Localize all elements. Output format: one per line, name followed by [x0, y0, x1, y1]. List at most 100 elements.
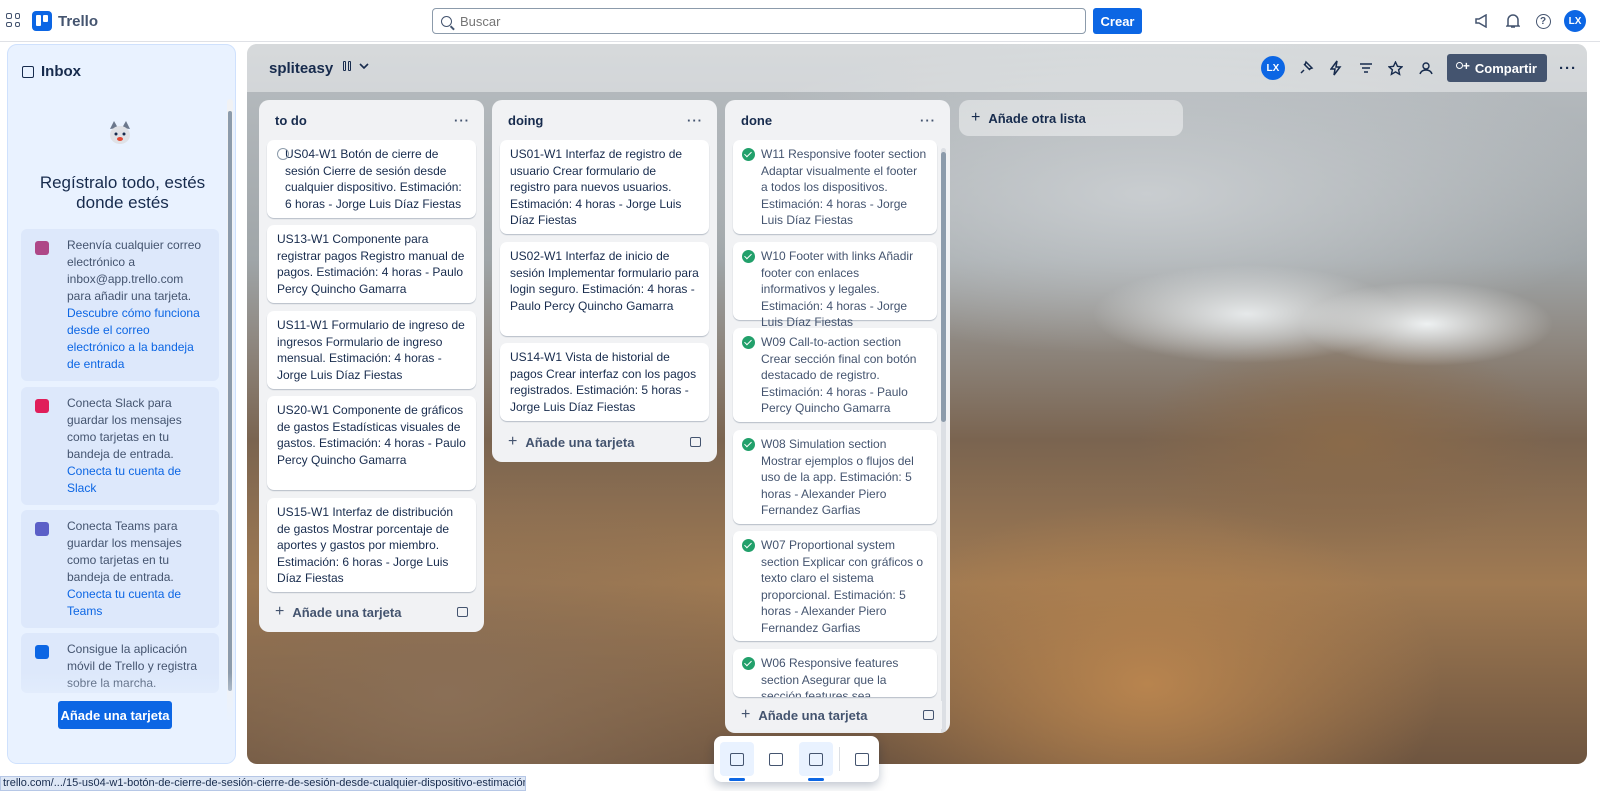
inbox-headline: Regístralo todo, estés donde estés [39, 173, 206, 212]
help-icon[interactable]: ? [1534, 12, 1552, 30]
card-text: US20-W1 Componente de gráficos de gastos… [277, 403, 466, 467]
automation-icon[interactable] [1327, 59, 1345, 77]
completed-check-icon[interactable] [742, 250, 755, 263]
card-text: W08 Simulation section Mostrar ejemplos … [761, 437, 914, 517]
card[interactable]: US20-W1 Componente de gráficos de gastos… [267, 396, 476, 490]
completed-check-icon[interactable] [742, 657, 755, 670]
user-avatar[interactable]: LX [1564, 10, 1586, 32]
tip-teams-text: Conecta Teams para guardar los mensajes … [67, 519, 182, 584]
card-text: W09 Call-to-action section Crear sección… [761, 335, 917, 415]
bell-icon[interactable] [1504, 12, 1522, 30]
top-right-icons: ? LX [1474, 10, 1586, 32]
plus-icon: + [508, 433, 518, 450]
card[interactable]: W09 Call-to-action section Crear sección… [733, 328, 937, 422]
add-card-button[interactable]: + Añade una tarjeta [741, 706, 867, 724]
list-menu-icon[interactable]: ··· [454, 113, 470, 128]
tip-email-link[interactable]: Descubre cómo funciona desde el correo e… [67, 306, 200, 371]
card-text: US14-W1 Vista de historial de pagos Crea… [510, 350, 697, 414]
card[interactable]: US02-W1 Interfaz de inicio de sesión Imp… [500, 242, 709, 336]
card[interactable]: US11-W1 Formulario de ingreso de ingreso… [267, 311, 476, 389]
search-input[interactable] [460, 13, 1060, 29]
share-button-label: Compartir [1474, 60, 1537, 76]
card[interactable]: W08 Simulation section Mostrar ejemplos … [733, 430, 937, 524]
card[interactable]: W07 Proportional system section Explicar… [733, 531, 937, 641]
switch-boards-icon [855, 752, 870, 766]
card[interactable]: US14-W1 Vista de historial de pagos Crea… [500, 343, 709, 421]
card-template-icon[interactable] [457, 607, 468, 617]
share-button[interactable]: Compartir [1446, 54, 1547, 82]
switch-boards-button[interactable] [845, 742, 879, 776]
card[interactable]: US04-W1 Botón de cierre de sesión Cierre… [267, 140, 476, 218]
planner-view-button[interactable] [760, 742, 794, 776]
card[interactable]: US01-W1 Interfaz de registro de usuario … [500, 140, 709, 234]
inbox-scrollbar[interactable] [227, 99, 233, 749]
card-text: W10 Footer with links Añadir footer con … [761, 249, 914, 329]
list-doing: doing ··· US01-W1 Interfaz de registro d… [492, 100, 717, 462]
completed-check-icon[interactable] [742, 438, 755, 451]
filter-icon[interactable] [1357, 59, 1375, 77]
inbox-panel: Inbox Regístralo todo, estés donde estés… [7, 44, 236, 764]
inbox-title: Inbox [41, 63, 81, 80]
board-view-icon [343, 61, 351, 71]
list-title[interactable]: done [741, 113, 772, 128]
add-card-button[interactable]: + Añade una tarjeta [508, 433, 634, 451]
trello-logo[interactable]: Trello [32, 11, 98, 31]
board-view-button[interactable] [799, 742, 833, 781]
list-done: done ··· W11 Responsive footer section A… [725, 100, 950, 733]
taco-mascot-icon [110, 121, 130, 144]
add-card-button[interactable]: + Añade una tarjeta [275, 603, 401, 621]
inbox-header: Inbox [22, 63, 81, 80]
list-scrollbar[interactable] [941, 148, 946, 733]
tip-teams-link[interactable]: Conecta tu cuenta de Teams [67, 587, 181, 618]
email-icon [35, 241, 49, 255]
add-card-label: Añade una tarjeta [292, 604, 402, 620]
tip-slack-link[interactable]: Conecta tu cuenta de Slack [67, 464, 181, 495]
visibility-icon[interactable] [1417, 59, 1435, 77]
card-text: W06 Responsive features section Asegurar… [761, 656, 899, 697]
star-icon[interactable] [1387, 59, 1405, 77]
inbox-add-card-button[interactable]: Añade una tarjeta [58, 701, 172, 729]
power-ups-icon[interactable] [1297, 59, 1315, 77]
board-icon [808, 752, 823, 766]
add-card-row: + Añade una tarjeta [733, 701, 942, 729]
add-list-button[interactable]: + Añade otra lista [959, 100, 1183, 136]
megaphone-icon[interactable] [1474, 12, 1492, 30]
card[interactable]: US13-W1 Componente para registrar pagos … [267, 225, 476, 303]
plus-icon: + [741, 706, 751, 723]
tip-teams: Conecta Teams para guardar los mensajes … [21, 510, 219, 628]
list-scrollbar-thumb[interactable] [941, 152, 946, 422]
completed-check-icon[interactable] [742, 539, 755, 552]
list-menu-icon[interactable]: ··· [920, 113, 936, 128]
add-card-label: Añade una tarjeta [758, 707, 868, 723]
inbox-view-button[interactable] [720, 742, 754, 781]
add-card-row: + Añade una tarjeta [500, 428, 709, 456]
board-name[interactable]: spliteasy [269, 60, 333, 77]
completed-check-icon[interactable] [742, 336, 755, 349]
board-canvas: spliteasy LX Compartir [247, 44, 1587, 764]
card[interactable]: W10 Footer with links Añadir footer con … [733, 242, 937, 329]
card[interactable]: W11 Responsive footer section Adaptar vi… [733, 140, 937, 234]
plus-icon: + [275, 603, 285, 620]
create-button[interactable]: Crear [1093, 8, 1142, 34]
trello-logo-icon [32, 11, 52, 31]
card[interactable]: W06 Responsive features section Asegurar… [733, 649, 937, 697]
board-view-switcher[interactable] [343, 61, 369, 71]
list-title[interactable]: doing [508, 113, 543, 128]
list-menu-icon[interactable]: ··· [687, 113, 703, 128]
list-title[interactable]: to do [275, 113, 307, 128]
card-text: US02-W1 Interfaz de inicio de sesión Imp… [510, 249, 699, 313]
completed-check-icon[interactable] [742, 148, 755, 161]
board-menu-icon[interactable]: ··· [1559, 60, 1577, 77]
inbox-scrollbar-thumb[interactable] [228, 111, 232, 691]
app-switcher-icon[interactable] [6, 13, 20, 27]
search-box[interactable] [432, 8, 1086, 34]
chevron-down-icon [359, 63, 369, 69]
top-navigation-bar: Trello Crear ? LX [0, 0, 1600, 42]
view-switcher-bar [714, 736, 879, 782]
card-template-icon[interactable] [923, 710, 934, 720]
card[interactable]: US15-W1 Interfaz de distribución de gast… [267, 498, 476, 592]
card-template-icon[interactable] [690, 437, 701, 447]
mobile-icon [35, 645, 49, 659]
complete-checkbox-icon[interactable] [277, 148, 289, 160]
board-member-avatar[interactable]: LX [1260, 56, 1285, 80]
